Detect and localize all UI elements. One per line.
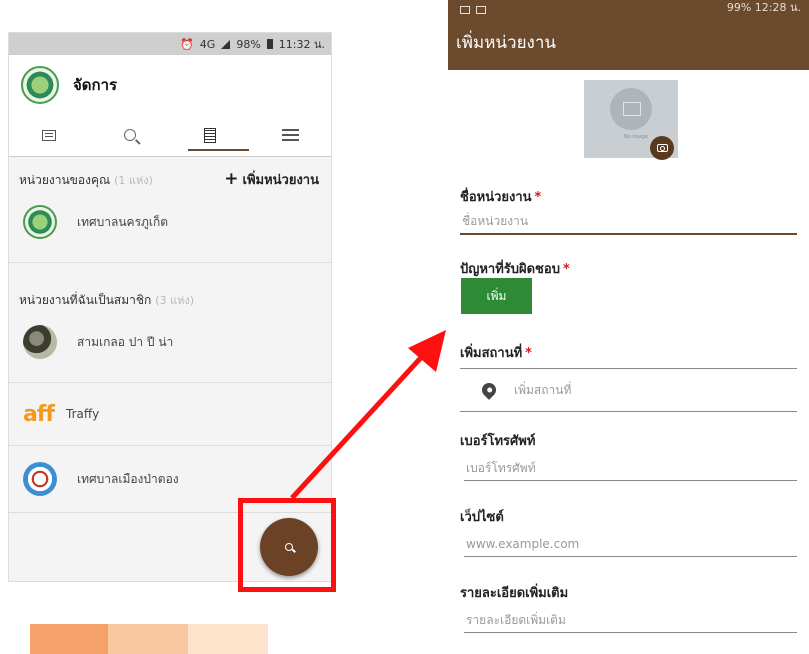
menu-icon <box>282 129 300 141</box>
required-mark: * <box>534 190 542 205</box>
mail-icon <box>460 6 470 14</box>
section-header: หน่วยงานของคุณ (1 แห่ง) + เพิ่มหน่วยงาน <box>9 157 331 196</box>
battery-level: 98% <box>236 37 261 51</box>
battery-icon <box>266 39 273 49</box>
title-row: จัดการ <box>9 55 331 115</box>
battery-level: 99% <box>726 1 752 14</box>
organization-image[interactable]: No image <box>584 80 678 160</box>
org-row-samklo[interactable]: สามเกลอ ปา ปี น่า <box>9 316 331 368</box>
camera-icon <box>656 144 668 152</box>
tab-organizations[interactable] <box>170 115 251 155</box>
alarm-icon: ⏰ <box>180 37 194 51</box>
phone-label: เบอร์โทรศัพท์ <box>460 430 535 451</box>
org-row-traffy[interactable]: aff Traffy <box>9 383 331 445</box>
problems-label: ปัญหาที่รับผิดชอบ * <box>460 258 570 279</box>
label-text: เพิ่มสถานที่ <box>460 346 523 361</box>
add-problem-button[interactable]: เพิ่ม <box>461 278 532 314</box>
org-name: สามเกลอ ปา ปี น่า <box>77 334 174 349</box>
divider <box>9 512 331 513</box>
app-bar: เพิ่มหน่วยงาน <box>448 14 809 70</box>
tab-list[interactable] <box>9 115 90 155</box>
required-mark: * <box>525 346 532 361</box>
swatch <box>188 624 268 654</box>
add-organization-button[interactable]: + เพิ่มหน่วยงาน <box>224 169 319 190</box>
section-count: (1 แห่ง) <box>114 174 153 187</box>
image-caption: No image <box>624 134 648 140</box>
tab-menu[interactable] <box>251 115 332 155</box>
signal-icon <box>221 39 231 49</box>
name-input[interactable] <box>460 209 797 235</box>
phone-input[interactable] <box>464 455 797 481</box>
org-row-patong[interactable]: เทศบาลเมืองป่าตอง <box>9 446 331 512</box>
search-fab-button[interactable] <box>260 518 318 576</box>
org-avatar <box>23 325 57 359</box>
status-bar: ⏰ 4G 98% 11:32 น. <box>9 33 331 55</box>
section-title: หน่วยงานของคุณ <box>19 173 111 187</box>
required-mark: * <box>562 262 570 277</box>
swatch <box>0 624 30 654</box>
org-avatar <box>23 205 57 239</box>
status-time: 11:32 น. <box>278 38 325 51</box>
swatch <box>30 624 108 654</box>
arrow-head <box>408 330 446 372</box>
label-text: เว็ปไซต์ <box>460 510 504 525</box>
website-input[interactable] <box>464 531 797 557</box>
section-header: หน่วยงานที่ฉันเป็นสมาชิก (3 แห่ง) <box>9 263 331 316</box>
add-location-field[interactable]: เพิ่มสถานที่ <box>460 368 797 412</box>
my-organizations-section: หน่วยงานของคุณ (1 แห่ง) + เพิ่มหน่วยงาน เท… <box>9 157 331 262</box>
app-header: จัดการ <box>9 55 331 157</box>
label-text: ชื่อหน่วยงาน <box>460 190 532 205</box>
camera-button[interactable] <box>650 136 674 160</box>
section-count: (3 แห่ง) <box>155 294 195 307</box>
org-name: เทศบาลเมืองป่าตอง <box>77 471 179 486</box>
org-name: เทศบาลนครภูเก็ต <box>77 214 169 229</box>
org-name: Traffy <box>66 407 100 421</box>
label-text: ปัญหาที่รับผิดชอบ <box>460 262 560 277</box>
color-swatch-strip <box>0 624 268 654</box>
image-placeholder-icon <box>610 88 652 130</box>
status-time: 12:28 น. <box>754 1 801 14</box>
swatch <box>108 624 188 654</box>
tab-bar <box>9 115 331 155</box>
org-row-phuket[interactable]: เทศบาลนครภูเก็ต <box>9 196 331 248</box>
tab-search[interactable] <box>90 115 171 155</box>
website-label: เว็ปไซต์ <box>460 506 504 527</box>
building-icon <box>204 127 217 143</box>
list-icon <box>42 129 57 141</box>
page-title: จัดการ <box>73 76 118 94</box>
label-text: เบอร์โทรศัพท์ <box>460 434 536 449</box>
left-phone-screen: ⏰ 4G 98% 11:32 น. จัดการ หน่วยงานของคุณ(… <box>8 32 332 582</box>
network-label: 4G <box>199 37 216 51</box>
page-title: เพิ่มหน่วยงาน <box>456 32 557 53</box>
location-pin-icon <box>479 380 499 400</box>
traffy-logo: aff <box>23 401 55 427</box>
location-label: เพิ่มสถานที่ * <box>460 342 532 363</box>
search-icon <box>285 543 293 551</box>
location-placeholder: เพิ่มสถานที่ <box>514 382 572 397</box>
section-title: หน่วยงานที่ฉันเป็นสมาชิก <box>19 293 152 307</box>
app-logo <box>21 66 59 104</box>
plus-icon: + <box>224 169 239 189</box>
image-icon <box>476 6 486 14</box>
details-label: รายละเอียดเพิ่มเติม <box>460 582 568 603</box>
name-label: ชื่อหน่วยงาน * <box>460 186 541 207</box>
right-phone-screen: 99% 12:28 น. เพิ่มหน่วยงาน No image ชื่อ… <box>448 0 809 654</box>
add-organization-label: เพิ่มหน่วยงาน <box>242 173 320 188</box>
org-avatar <box>23 462 57 496</box>
label-text: รายละเอียดเพิ่มเติม <box>460 586 569 601</box>
member-organizations-section: หน่วยงานที่ฉันเป็นสมาชิก (3 แห่ง) สามเกลอ… <box>9 263 331 513</box>
details-input[interactable] <box>464 607 797 633</box>
search-icon <box>123 129 136 141</box>
status-bar: 99% 12:28 น. <box>448 0 809 14</box>
